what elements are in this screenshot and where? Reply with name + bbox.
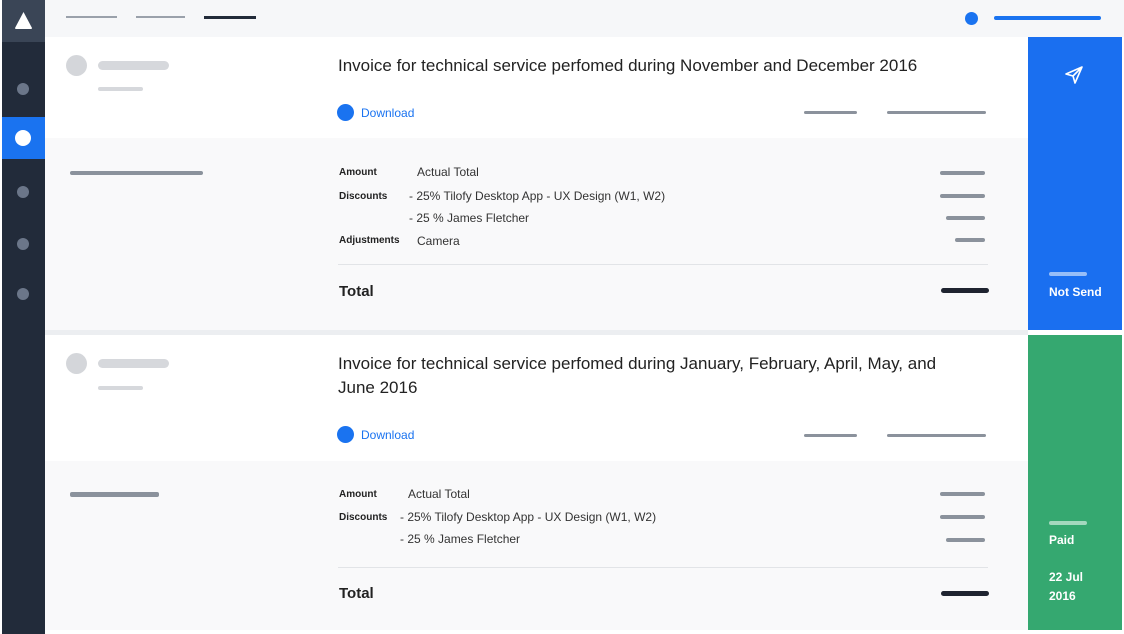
client-name-placeholder [98,359,169,368]
total-amount-placeholder [941,591,989,596]
invoice-title: Invoice for technical service perfomed d… [338,354,937,397]
nav-dot-icon [17,238,29,250]
row-value: Camera [417,234,460,248]
invoice-date-placeholder [887,434,986,437]
download-button[interactable]: Download [337,426,414,443]
row-value: Actual Total [408,487,470,501]
download-icon [337,426,354,443]
sidebar-item-3[interactable] [2,171,45,213]
client-meta-placeholder [98,386,143,390]
status-panel-paid: Paid 22 Jul 2016 [1028,335,1122,630]
invoice-number-placeholder [804,111,857,114]
client-address-placeholder [70,492,159,497]
status-date: 22 Jul 2016 [1049,570,1084,603]
invoice-date-placeholder [887,111,986,114]
invoice-number-placeholder [804,434,857,437]
amount-placeholder [955,238,985,242]
nav-dot-icon [17,186,29,198]
client-address-placeholder [70,171,203,175]
row-value: - 25% Tilofy Desktop App - UX Design (W1… [400,510,657,524]
download-icon [337,104,354,121]
total-amount-placeholder [941,288,989,293]
client-avatar [66,55,87,76]
row-label: Adjustments [339,235,400,246]
total-label: Total [339,585,374,602]
invoice-header: Invoice for technical service perfomed d… [45,37,1028,138]
row-label: Discounts [339,191,388,202]
download-button[interactable]: Download [337,104,414,121]
status-label: Paid [1049,533,1075,547]
amount-placeholder [940,194,985,198]
status-indicator [1049,272,1087,276]
triangle-logo-icon [15,12,32,29]
total-label: Total [339,283,374,300]
download-label: Download [361,105,415,120]
row-label: Amount [339,489,377,500]
row-label: Discounts [339,512,388,523]
send-icon[interactable] [1064,65,1084,85]
user-avatar[interactable] [965,12,978,25]
invoice-card: Invoice for technical service perfomed d… [45,37,1124,330]
tab-3-active[interactable] [204,16,256,19]
sidebar-item-5[interactable] [2,273,45,315]
row-label: Amount [339,167,377,178]
user-name-placeholder[interactable] [994,16,1101,20]
client-avatar [66,353,87,374]
client-name-placeholder [98,61,169,70]
client-meta-placeholder [98,87,143,91]
sidebar-item-4[interactable] [2,223,45,265]
divider [338,567,988,568]
tab-2[interactable] [136,16,185,18]
download-label: Download [361,427,415,442]
logo[interactable] [2,0,45,42]
invoice-header: Invoice for technical service perfomed d… [45,335,1028,461]
row-value: - 25 % James Fletcher [409,211,530,225]
nav-dot-icon [15,130,31,146]
row-value: Actual Total [417,165,479,179]
invoice-details: Amount Actual Total Discounts - 25% Tilo… [45,461,1028,630]
amount-placeholder [946,216,985,220]
invoice-card: Invoice for technical service perfomed d… [45,335,1124,630]
amount-placeholder [940,515,985,519]
status-panel-not-sent: Not Send [1028,37,1122,330]
nav-dot-icon [17,288,29,300]
amount-placeholder [940,171,985,175]
row-value: - 25% Tilofy Desktop App - UX Design (W1… [409,189,666,203]
divider [338,264,988,265]
status-label: Not Send [1049,285,1102,299]
amount-placeholder [940,492,985,496]
amount-placeholder [946,538,985,542]
nav-dot-icon [17,83,29,95]
sidebar [2,0,45,634]
invoice-title: Invoice for technical service perfomed d… [338,56,918,75]
status-indicator [1049,521,1087,525]
invoice-details: Amount Actual Total Discounts - 25% Tilo… [45,138,1028,330]
sidebar-item-2[interactable] [2,117,45,159]
sidebar-item-1[interactable] [2,68,45,110]
row-value: - 25 % James Fletcher [400,532,521,546]
top-bar [45,0,1124,37]
tab-1[interactable] [66,16,117,18]
